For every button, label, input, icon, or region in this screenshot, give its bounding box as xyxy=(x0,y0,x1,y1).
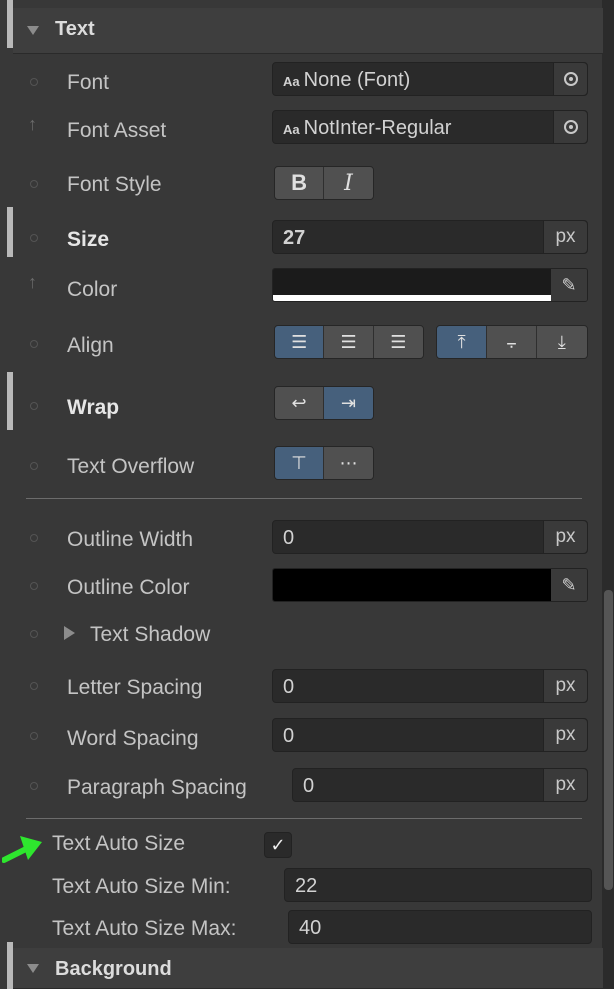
foldout-arrow-icon[interactable] xyxy=(64,626,75,640)
background-section-title: Background xyxy=(55,958,172,980)
paragraph-spacing-unit: px xyxy=(543,769,587,801)
size-value: 27 xyxy=(283,227,306,249)
left-accent-bar xyxy=(7,207,13,257)
vertical-align-buttons: ⤒ ⨪ ⤓ xyxy=(436,325,588,359)
color-label: Color xyxy=(67,278,118,301)
text-overflow-buttons: ⊤ ⋯ xyxy=(274,446,374,480)
word-spacing-label: Word Spacing xyxy=(67,727,199,750)
override-indicator-icon xyxy=(30,630,38,638)
font-asset-label: Font Asset xyxy=(67,119,167,142)
outline-width-unit: px xyxy=(543,521,587,553)
align-right-icon[interactable]: ☰ xyxy=(373,326,423,358)
text-section-title: Text xyxy=(55,18,95,40)
eyedropper-icon[interactable]: ✎ xyxy=(551,269,587,301)
align-label: Align xyxy=(67,334,114,357)
eyedropper-icon[interactable]: ✎ xyxy=(551,569,587,601)
bold-button[interactable]: B xyxy=(275,167,325,199)
outline-width-label: Outline Width xyxy=(67,528,194,551)
text-auto-size-max-value: 40 xyxy=(299,917,322,939)
override-indicator-icon xyxy=(30,682,38,690)
overflow-ellipsis-icon[interactable]: ⋯ xyxy=(324,447,373,479)
letter-spacing-unit: px xyxy=(543,670,587,702)
text-auto-size-max-label: Text Auto Size Max: xyxy=(52,917,237,940)
font-value: None (Font) xyxy=(303,69,411,91)
color-field[interactable]: ✎ xyxy=(272,268,588,302)
wrap-buttons: ↩ ⇥ xyxy=(274,386,374,420)
size-field[interactable]: 27 px xyxy=(272,220,588,254)
object-picker-icon xyxy=(564,120,578,134)
override-indicator-icon xyxy=(30,782,38,790)
override-indicator-icon xyxy=(30,402,38,410)
override-indicator-icon xyxy=(30,534,38,542)
italic-button[interactable]: I xyxy=(324,167,373,199)
outline-width-field[interactable]: 0 px xyxy=(272,520,588,554)
text-section-header[interactable]: Text xyxy=(13,8,603,54)
outline-width-value: 0 xyxy=(283,527,295,549)
font-style-label: Font Style xyxy=(67,173,162,196)
text-auto-size-min-label: Text Auto Size Min: xyxy=(52,875,231,898)
size-unit: px xyxy=(543,221,587,253)
outline-color-swatch[interactable] xyxy=(273,569,551,601)
letter-spacing-field[interactable]: 0 px xyxy=(272,669,588,703)
override-indicator-icon xyxy=(30,78,38,86)
font-asset-icon: Aa xyxy=(283,74,300,89)
align-left-icon[interactable]: ☰ xyxy=(275,326,325,358)
no-wrap-icon[interactable]: ⇥ xyxy=(324,387,373,419)
foldout-triangle-icon xyxy=(27,964,39,973)
font-asset-field[interactable]: Aa NotInter-Regular xyxy=(272,110,588,144)
text-auto-size-label: Text Auto Size xyxy=(52,832,186,855)
inherited-arrow-icon: ↑ xyxy=(28,272,37,292)
wrap-icon[interactable]: ↩ xyxy=(275,387,325,419)
size-label: Size xyxy=(67,228,110,251)
paragraph-spacing-label: Paragraph Spacing xyxy=(67,776,247,799)
horizontal-align-buttons: ☰ ☰ ☰ xyxy=(274,325,424,359)
wrap-label: Wrap xyxy=(67,396,120,419)
override-indicator-icon xyxy=(30,732,38,740)
annotation-arrow-icon xyxy=(2,836,42,863)
paragraph-spacing-value: 0 xyxy=(303,775,315,797)
override-indicator-icon xyxy=(30,582,38,590)
object-picker-icon xyxy=(564,72,578,86)
align-middle-icon[interactable]: ⨪ xyxy=(487,326,537,358)
align-center-icon[interactable]: ☰ xyxy=(324,326,374,358)
override-indicator-icon xyxy=(30,340,38,348)
outline-color-label: Outline Color xyxy=(67,576,190,599)
text-auto-size-max-field[interactable]: 40 xyxy=(288,910,592,944)
text-auto-size-min-value: 22 xyxy=(295,875,318,897)
align-bottom-icon[interactable]: ⤓ xyxy=(536,326,587,358)
background-section-header[interactable]: Background xyxy=(13,948,603,989)
font-asset-picker-button[interactable] xyxy=(553,111,587,143)
color-swatch[interactable] xyxy=(273,269,551,301)
outline-color-field[interactable]: ✎ xyxy=(272,568,588,602)
checkmark-icon[interactable]: ✓ xyxy=(264,832,292,858)
text-shadow-label[interactable]: Text Shadow xyxy=(90,623,210,647)
font-picker-button[interactable] xyxy=(553,63,587,95)
override-indicator-icon xyxy=(30,180,38,188)
font-label: Font xyxy=(67,71,110,94)
override-indicator-icon xyxy=(30,234,38,242)
override-indicator-icon xyxy=(30,462,38,470)
paragraph-spacing-field[interactable]: 0 px xyxy=(292,768,588,802)
word-spacing-field[interactable]: 0 px xyxy=(272,718,588,752)
letter-spacing-value: 0 xyxy=(283,676,295,698)
overflow-clip-icon[interactable]: ⊤ xyxy=(275,447,325,479)
word-spacing-unit: px xyxy=(543,719,587,751)
word-spacing-value: 0 xyxy=(283,725,295,747)
font-style-buttons: B I xyxy=(274,166,374,200)
font-asset-value: NotInter-Regular xyxy=(303,117,452,139)
scrollbar-thumb[interactable] xyxy=(604,590,613,890)
left-accent-bar xyxy=(7,372,13,430)
section-divider xyxy=(26,498,582,499)
font-field[interactable]: Aa None (Font) xyxy=(272,62,588,96)
font-asset-icon: Aa xyxy=(283,122,300,137)
section-divider xyxy=(26,818,582,819)
align-top-icon[interactable]: ⤒ xyxy=(437,326,488,358)
text-auto-size-min-field[interactable]: 22 xyxy=(284,868,592,902)
text-overflow-label: Text Overflow xyxy=(67,455,195,478)
letter-spacing-label: Letter Spacing xyxy=(67,676,203,699)
foldout-triangle-icon xyxy=(27,26,39,35)
inherited-arrow-icon: ↑ xyxy=(28,114,37,134)
